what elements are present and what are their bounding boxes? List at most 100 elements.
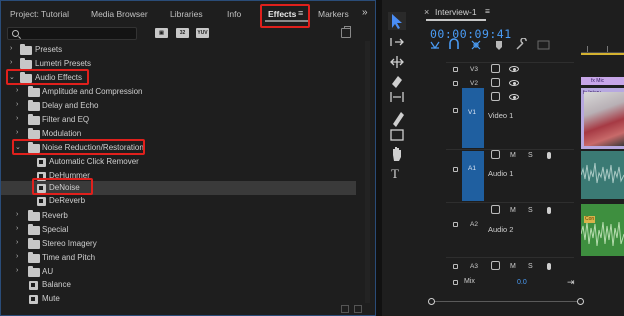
sequence-tab[interactable]: Interview-1 <box>435 7 477 17</box>
clip-v2[interactable]: fx Mic <box>581 77 624 85</box>
add-marker-icon[interactable] <box>496 41 502 50</box>
tree-item-special[interactable]: › Special <box>1 223 356 237</box>
work-area-bar[interactable] <box>581 53 624 55</box>
effects-search-input[interactable] <box>7 27 137 40</box>
chevron-right-icon[interactable]: › <box>16 253 24 260</box>
delete-icon[interactable] <box>354 305 362 313</box>
eye-icon[interactable] <box>509 94 519 100</box>
tree-item-auto-click-remover[interactable]: Automatic Click Remover <box>1 155 356 169</box>
tree-item-presets[interactable]: › Presets <box>1 43 356 57</box>
tree-item-mute[interactable]: Mute <box>1 292 356 306</box>
pen-tool-icon[interactable] <box>393 112 404 127</box>
folder-icon <box>28 266 40 277</box>
video-thumbnail <box>584 92 624 146</box>
32bit-color-icon[interactable]: 32 <box>176 28 189 38</box>
linked-selection-icon[interactable] <box>471 40 481 50</box>
razor-tool-icon[interactable] <box>392 76 402 88</box>
eye-icon[interactable] <box>509 66 519 72</box>
chevron-right-icon[interactable]: › <box>16 225 24 232</box>
chevron-right-icon[interactable]: › <box>16 239 24 246</box>
tree-item-dereverb[interactable]: DeReverb <box>1 194 356 208</box>
tree-item-filter[interactable]: › Filter and EQ <box>1 113 356 127</box>
lock-icon[interactable] <box>453 222 458 227</box>
go-to-end-icon[interactable]: ⇥ <box>567 277 575 288</box>
sync-lock-icon[interactable] <box>491 92 500 101</box>
chevron-right-icon[interactable]: › <box>16 211 24 218</box>
tree-item-reverb[interactable]: › Reverb <box>1 209 356 223</box>
lock-icon[interactable] <box>453 167 458 172</box>
type-tool-icon[interactable]: T <box>391 166 399 181</box>
solo-button[interactable]: S <box>528 207 533 214</box>
close-sequence-icon[interactable]: × <box>424 7 429 17</box>
effects-scrollbar[interactable] <box>365 41 370 303</box>
mix-volume-value[interactable]: 0.0 <box>517 279 527 286</box>
tree-item-delay[interactable]: › Delay and Echo <box>1 99 356 113</box>
chevron-right-icon[interactable]: › <box>16 101 24 108</box>
zoom-handle-right[interactable] <box>577 298 584 305</box>
chevron-right-icon[interactable]: › <box>10 59 18 66</box>
chevron-right-icon[interactable]: › <box>16 267 24 274</box>
mic-icon[interactable] <box>547 207 551 214</box>
tree-label: Filter and EQ <box>42 115 90 124</box>
mute-button[interactable]: M <box>510 152 516 159</box>
tab-info[interactable]: Info <box>227 9 241 19</box>
settings-wrench-icon[interactable] <box>516 38 527 50</box>
sequence-menu-icon[interactable]: ≡ <box>485 6 490 16</box>
tab-libraries[interactable]: Libraries <box>170 9 203 19</box>
mix-label: Mix <box>464 278 475 285</box>
lock-icon[interactable] <box>453 264 458 269</box>
slip-tool-icon[interactable] <box>390 92 404 102</box>
sync-lock-icon[interactable] <box>491 205 500 214</box>
solo-button[interactable]: S <box>528 152 533 159</box>
tab-markers[interactable]: Markers <box>318 9 349 19</box>
lock-icon[interactable] <box>453 108 458 113</box>
selection-tool-icon[interactable] <box>388 12 406 30</box>
snap-icon[interactable] <box>449 38 459 49</box>
mic-icon[interactable] <box>547 152 551 159</box>
tab-project[interactable]: Project: Tutorial <box>10 9 69 19</box>
tree-item-stereo-imagery[interactable]: › Stereo Imagery <box>1 237 356 251</box>
chevron-right-icon[interactable]: › <box>16 115 24 122</box>
tree-item-au[interactable]: › AU <box>1 265 356 279</box>
captions-icon[interactable] <box>537 40 550 50</box>
lock-icon[interactable] <box>453 81 458 86</box>
tree-item-balance[interactable]: Balance <box>1 278 356 292</box>
tree-item-amplitude[interactable]: › Amplitude and Compression <box>1 85 356 99</box>
tree-item-time-pitch[interactable]: › Time and Pitch <box>1 251 356 265</box>
sync-lock-icon[interactable] <box>491 64 500 73</box>
tab-media-browser[interactable]: Media Browser <box>91 9 148 19</box>
hand-tool-icon[interactable] <box>393 147 401 161</box>
track-label-a2: A2 <box>470 221 478 228</box>
sync-lock-icon[interactable] <box>491 78 500 87</box>
time-ruler[interactable] <box>581 22 624 54</box>
timeline-zoom-scrollbar[interactable] <box>428 298 584 307</box>
lock-icon[interactable] <box>453 67 458 72</box>
chevron-right-icon[interactable]: › <box>10 45 18 52</box>
folder-icon <box>28 114 40 125</box>
rectangle-tool-icon[interactable] <box>390 129 404 141</box>
eye-icon[interactable] <box>509 80 519 86</box>
overflow-chevron-icon[interactable]: » <box>362 7 368 18</box>
audio-effect-icon <box>37 197 46 206</box>
mute-button[interactable]: M <box>510 263 516 270</box>
solo-button[interactable]: S <box>528 263 533 270</box>
sync-lock-icon[interactable] <box>491 150 500 159</box>
track-target-v1[interactable]: V1 <box>462 88 484 148</box>
track-target-a1[interactable]: A1 <box>462 151 484 201</box>
accelerated-effects-icon[interactable]: ▣ <box>155 28 168 38</box>
track-label-v1: V1 <box>468 109 476 116</box>
folder-icon <box>28 128 40 139</box>
chevron-right-icon[interactable]: › <box>16 129 24 136</box>
track-select-tool-icon[interactable] <box>390 38 404 46</box>
ripple-edit-tool-icon[interactable] <box>390 56 404 68</box>
new-bin-icon[interactable] <box>341 26 351 38</box>
zoom-handle-left[interactable] <box>428 298 435 305</box>
sync-lock-icon[interactable] <box>491 261 500 270</box>
yuv-effects-icon[interactable]: YUV <box>196 28 209 38</box>
lock-icon[interactable] <box>453 280 458 285</box>
insert-sequence-nest-icon[interactable] <box>430 41 440 50</box>
mic-icon[interactable] <box>547 263 551 270</box>
new-custom-bin-icon[interactable] <box>341 305 349 313</box>
mute-button[interactable]: M <box>510 207 516 214</box>
chevron-right-icon[interactable]: › <box>16 87 24 94</box>
